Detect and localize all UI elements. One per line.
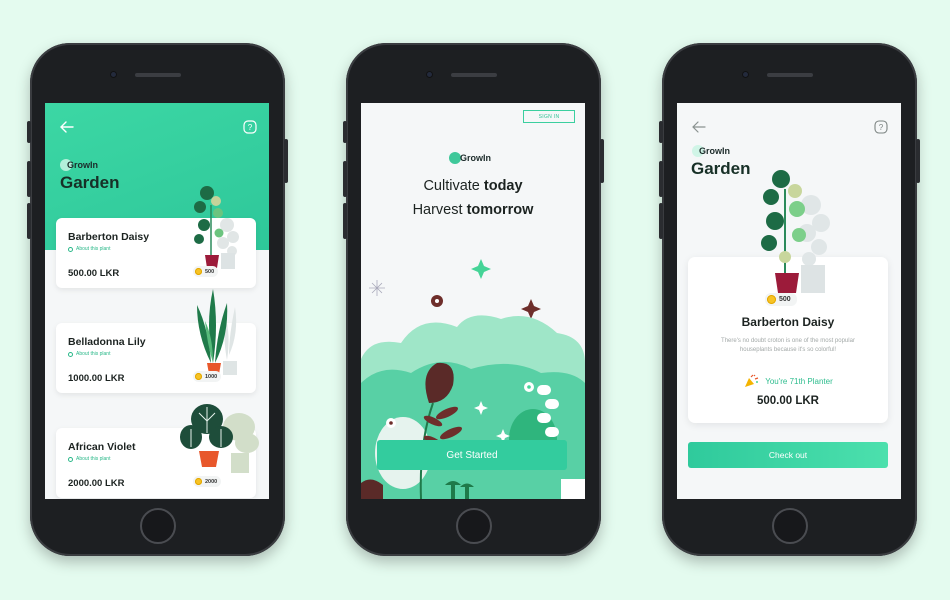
volume-down-button [27, 203, 31, 239]
svg-text:?: ? [248, 123, 253, 132]
about-plant-link[interactable]: About this plant [68, 351, 110, 357]
info-icon [68, 351, 73, 357]
about-plant-label: About this plant [76, 351, 111, 357]
coin-value: 2000 [205, 478, 218, 485]
svg-text:?: ? [879, 123, 884, 132]
info-icon [68, 456, 73, 462]
sign-in-button[interactable]: SIGN IN [523, 110, 575, 123]
front-camera [742, 71, 749, 78]
volume-up-button [659, 161, 663, 197]
silent-switch [343, 121, 347, 143]
plant-name: Belladonna Lily [68, 336, 146, 348]
coin-value: 500 [205, 268, 215, 275]
brand-name: GrowIn [699, 146, 730, 156]
coin-icon [195, 373, 202, 380]
plant-price: 500.00 LKR [756, 395, 819, 407]
home-button[interactable] [455, 508, 492, 544]
brand-logo: GrowIn [60, 159, 98, 171]
get-started-button[interactable]: Get Started [377, 440, 567, 470]
garden-list-screen: ? GrowIn Garden Barberton Daisy About th… [45, 103, 269, 499]
plant-name: Barberton Daisy [741, 315, 835, 329]
plant-name: African Violet [68, 441, 136, 453]
tagline-emphasis: today [483, 178, 523, 194]
volume-down-button [659, 203, 663, 239]
tagline-emphasis: tomorrow [466, 202, 534, 218]
coin-value: 500 [779, 296, 791, 303]
silent-switch [659, 121, 663, 143]
volume-up-button [27, 161, 31, 197]
tagline-line-1: Cultivate today [361, 178, 585, 194]
plant-price: 500.00 LKR [68, 268, 120, 279]
about-plant-link[interactable]: About this plant [68, 456, 110, 462]
coin-badge: 1000 [193, 371, 222, 382]
planter-rank: You're 71th Planter [688, 374, 888, 388]
party-popper-icon [745, 374, 759, 387]
earpiece-speaker [766, 73, 813, 77]
about-plant-link[interactable]: About this plant [68, 246, 110, 252]
front-camera [110, 71, 117, 78]
checkout-button[interactable]: Check out [688, 442, 888, 468]
lily-plant-illustration [197, 289, 237, 375]
coin-badge: 500 [765, 293, 797, 306]
about-plant-label: About this plant [76, 246, 111, 252]
arrow-left-icon[interactable] [58, 118, 76, 136]
front-camera [426, 71, 433, 78]
silent-switch [27, 121, 31, 143]
brand-name: GrowIn [460, 153, 491, 163]
coin-badge: 500 [193, 266, 219, 277]
brand-logo: GrowIn [449, 152, 491, 164]
volume-up-button [343, 161, 347, 197]
info-icon [68, 246, 73, 252]
plant-price: 1000.00 LKR [68, 373, 125, 384]
page-title: Garden [60, 173, 120, 192]
plant-description: There's no doubt croton is one of the mo… [721, 338, 855, 353]
power-button [600, 139, 604, 183]
daisy-plant-illustration [194, 186, 239, 269]
phone-welcome: SIGN IN GrowIn Cultivate today Harvest t… [343, 43, 604, 556]
phone-plant-detail: ? GrowIn Garden Barberton Daisy There's … [659, 43, 920, 556]
earpiece-speaker [450, 73, 497, 77]
help-icon[interactable]: ? [872, 118, 890, 136]
violet-plant-illustration [180, 404, 259, 473]
help-icon[interactable]: ? [241, 118, 259, 136]
coin-value: 1000 [205, 373, 218, 380]
welcome-screen: SIGN IN GrowIn Cultivate today Harvest t… [361, 103, 585, 499]
coin-icon [195, 478, 202, 485]
tagline-text: Harvest [412, 202, 467, 218]
daisy-plant-illustration [761, 170, 830, 293]
tagline-line-2: Harvest tomorrow [361, 202, 585, 218]
plant-price: 2000.00 LKR [68, 478, 125, 489]
volume-down-button [343, 203, 347, 239]
about-plant-label: About this plant [76, 456, 111, 462]
tagline-text: Cultivate [423, 178, 484, 194]
power-button [284, 139, 288, 183]
planter-text: You're 71th Planter [765, 376, 833, 386]
home-button[interactable] [139, 508, 176, 544]
earpiece-speaker [134, 73, 181, 77]
plant-name: Barberton Daisy [68, 231, 150, 243]
brand-name: GrowIn [67, 160, 98, 170]
coin-icon [767, 295, 776, 304]
brand-logo: GrowIn [692, 145, 730, 157]
coin-icon [195, 268, 202, 275]
plant-detail-screen: ? GrowIn Garden Barberton Daisy There's … [677, 103, 901, 499]
page-title: Garden [691, 159, 751, 178]
power-button [916, 139, 920, 183]
arrow-left-icon[interactable] [690, 118, 708, 136]
phone-garden-list: ? GrowIn Garden Barberton Daisy About th… [27, 43, 288, 556]
coin-badge: 2000 [193, 476, 222, 487]
home-button[interactable] [771, 508, 808, 544]
